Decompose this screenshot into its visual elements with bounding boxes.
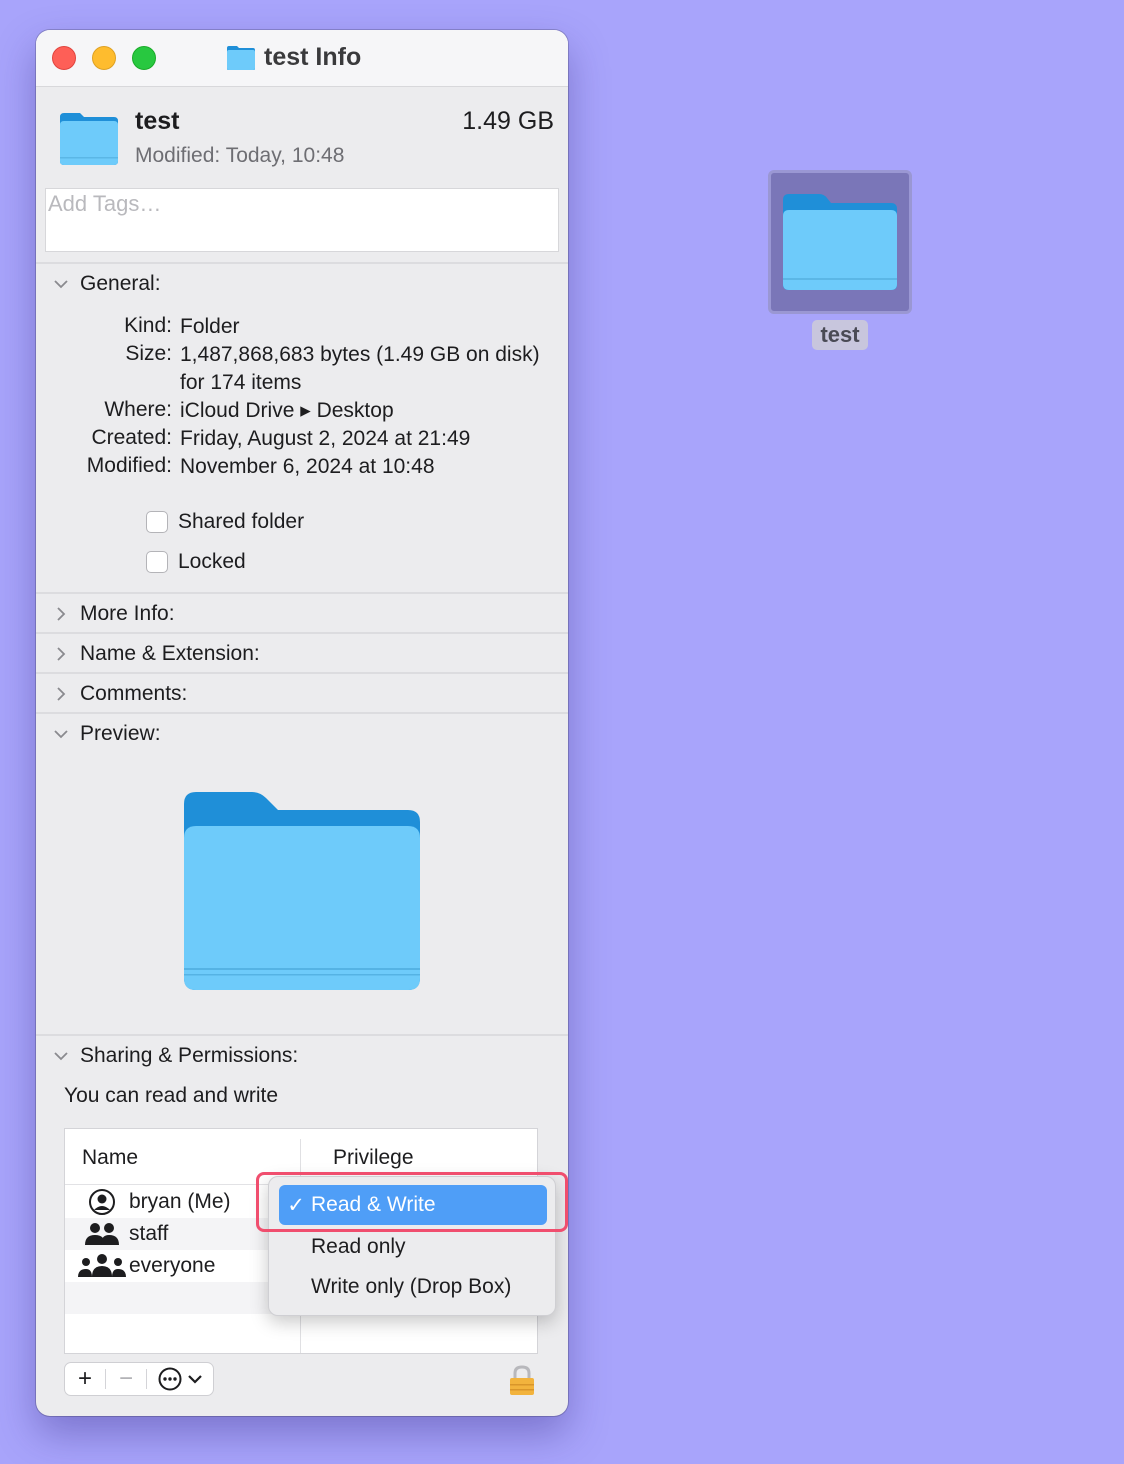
menu-item-label: Write only (Drop Box) [311,1275,512,1298]
zoom-button[interactable] [132,46,156,70]
divider [36,592,568,594]
more-info-section-toggle[interactable]: More Info: [54,602,175,626]
general-section-toggle[interactable]: General: [54,272,161,296]
comments-section-toggle[interactable]: Comments: [54,682,187,706]
divider [36,712,568,714]
desktop-folder-label[interactable]: test [812,320,868,350]
ellipsis-circle-icon [158,1367,182,1391]
locked-label: Locked [178,550,246,573]
name-extension-section-toggle[interactable]: Name & Extension: [54,642,260,666]
kind-label: Kind: [124,314,172,337]
file-modified: Modified: Today, 10:48 [135,144,344,168]
shared-folder-checkbox[interactable]: Shared folder [146,510,304,534]
user-name: everyone [129,1254,216,1277]
file-name: test [135,107,180,135]
where-label: Where: [104,398,172,421]
size-value: 1,487,868,683 bytes (1.49 GB on disk) fo… [180,343,540,394]
preview-label: Preview: [80,722,161,745]
everyone-icon [75,1253,129,1279]
chevron-down-icon [54,730,68,739]
general-section-label: General: [80,272,161,295]
chevron-down-icon [54,1052,68,1061]
divider [36,672,568,674]
person-icon [75,1188,129,1216]
window-title-text: test Info [264,43,362,71]
divider [36,632,568,634]
created-label: Created: [91,426,172,449]
folder-icon [60,113,118,165]
permissions-toolbar: + − [64,1362,214,1396]
file-header: test Modified: Today, 10:48 1.49 GB [36,87,568,187]
traffic-lights [52,46,156,70]
add-button[interactable]: + [65,1362,105,1396]
locked-checkbox[interactable]: Locked [146,550,246,574]
created-value: Friday, August 2, 2024 at 21:49 [180,427,471,450]
info-window: test Info test Modified: Today, 10:48 1.… [36,30,568,1416]
modified-row-label: Modified: [86,454,172,477]
more-info-label: More Info: [80,602,175,625]
modified-value: Today, 10:48 [225,144,345,167]
desktop-folder-selection[interactable] [768,170,912,314]
window-title: test Info [226,43,361,72]
user-name: staff [129,1222,169,1245]
desktop-folder[interactable]: test [768,170,912,350]
modified-label: Modified: [135,144,221,167]
folder-icon [783,194,897,290]
title-bar[interactable]: test Info [36,30,568,87]
divider [36,1034,568,1036]
lock-icon[interactable] [506,1364,538,1396]
permission-summary: You can read and write [64,1084,279,1107]
comments-label: Comments: [80,682,188,705]
modified-row-value: November 6, 2024 at 10:48 [180,455,435,478]
folder-icon [227,45,255,70]
group-icon [75,1221,129,1247]
kind-value: Folder [180,315,240,338]
column-privilege-header[interactable]: Privilege [333,1146,414,1170]
divider [36,262,568,264]
action-menu-button[interactable] [147,1362,213,1396]
chevron-right-icon [57,607,66,621]
folder-preview-icon [184,792,420,990]
selection-highlight-outline [256,1172,568,1232]
column-name-header[interactable]: Name [82,1146,138,1170]
remove-button[interactable]: − [106,1362,146,1396]
sharing-section-toggle[interactable]: Sharing & Permissions: [54,1044,298,1068]
file-size: 1.49 GB [462,107,554,135]
menu-item-label: Read only [311,1235,406,1258]
preview-section-toggle[interactable]: Preview: [54,722,161,746]
where-value: iCloud Drive ▸ Desktop [180,399,394,422]
checkbox-box[interactable] [146,551,168,573]
sharing-label: Sharing & Permissions: [80,1044,299,1067]
size-label: Size: [125,342,172,365]
chevron-right-icon [57,647,66,661]
menu-item-write-only[interactable]: Write only (Drop Box) [279,1267,547,1307]
shared-folder-label: Shared folder [178,510,305,533]
menu-item-read-only[interactable]: Read only [279,1227,547,1267]
chevron-down-icon [188,1375,202,1384]
close-button[interactable] [52,46,76,70]
chevron-right-icon [57,687,66,701]
user-name: bryan (Me) [129,1190,231,1213]
checkbox-box[interactable] [146,511,168,533]
tags-input[interactable]: Add Tags… [45,188,559,252]
minimize-button[interactable] [92,46,116,70]
chevron-down-icon [54,280,68,289]
name-extension-label: Name & Extension: [80,642,260,665]
